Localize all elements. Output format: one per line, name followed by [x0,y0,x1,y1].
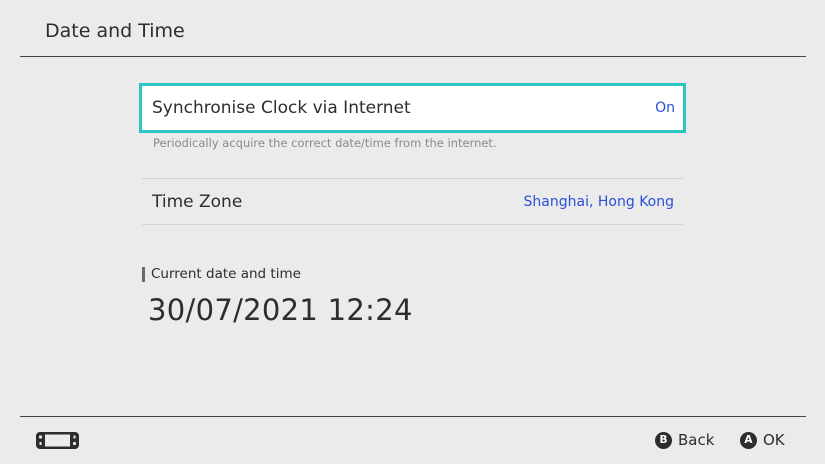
page-title: Date and Time [45,20,185,42]
sync-clock-label: Synchronise Clock via Internet [152,98,411,118]
current-datetime-section: Current date and time [142,266,301,282]
b-button-icon: B [655,431,672,449]
sync-clock-setting[interactable]: Synchronise Clock via Internet On [139,83,686,133]
sync-clock-description: Periodically acquire the correct date/ti… [153,136,497,150]
sync-clock-value: On [655,100,675,116]
back-label: Back [678,431,715,449]
current-datetime-value: 30/07/2021 12:24 [148,293,413,327]
a-button-icon: A [740,431,757,449]
console-handheld-icon [36,432,79,449]
time-zone-value: Shanghai, Hong Kong [523,194,674,210]
row-divider [142,224,683,225]
footer-divider [20,416,806,417]
section-marker [142,266,145,282]
ok-label: OK [763,431,785,449]
time-zone-setting[interactable]: Time Zone Shanghai, Hong Kong [142,179,683,224]
current-datetime-label: Current date and time [151,266,301,282]
back-button[interactable]: B Back [655,431,714,449]
ok-button[interactable]: A OK [740,431,785,449]
header-divider [20,56,806,57]
time-zone-label: Time Zone [152,192,243,212]
